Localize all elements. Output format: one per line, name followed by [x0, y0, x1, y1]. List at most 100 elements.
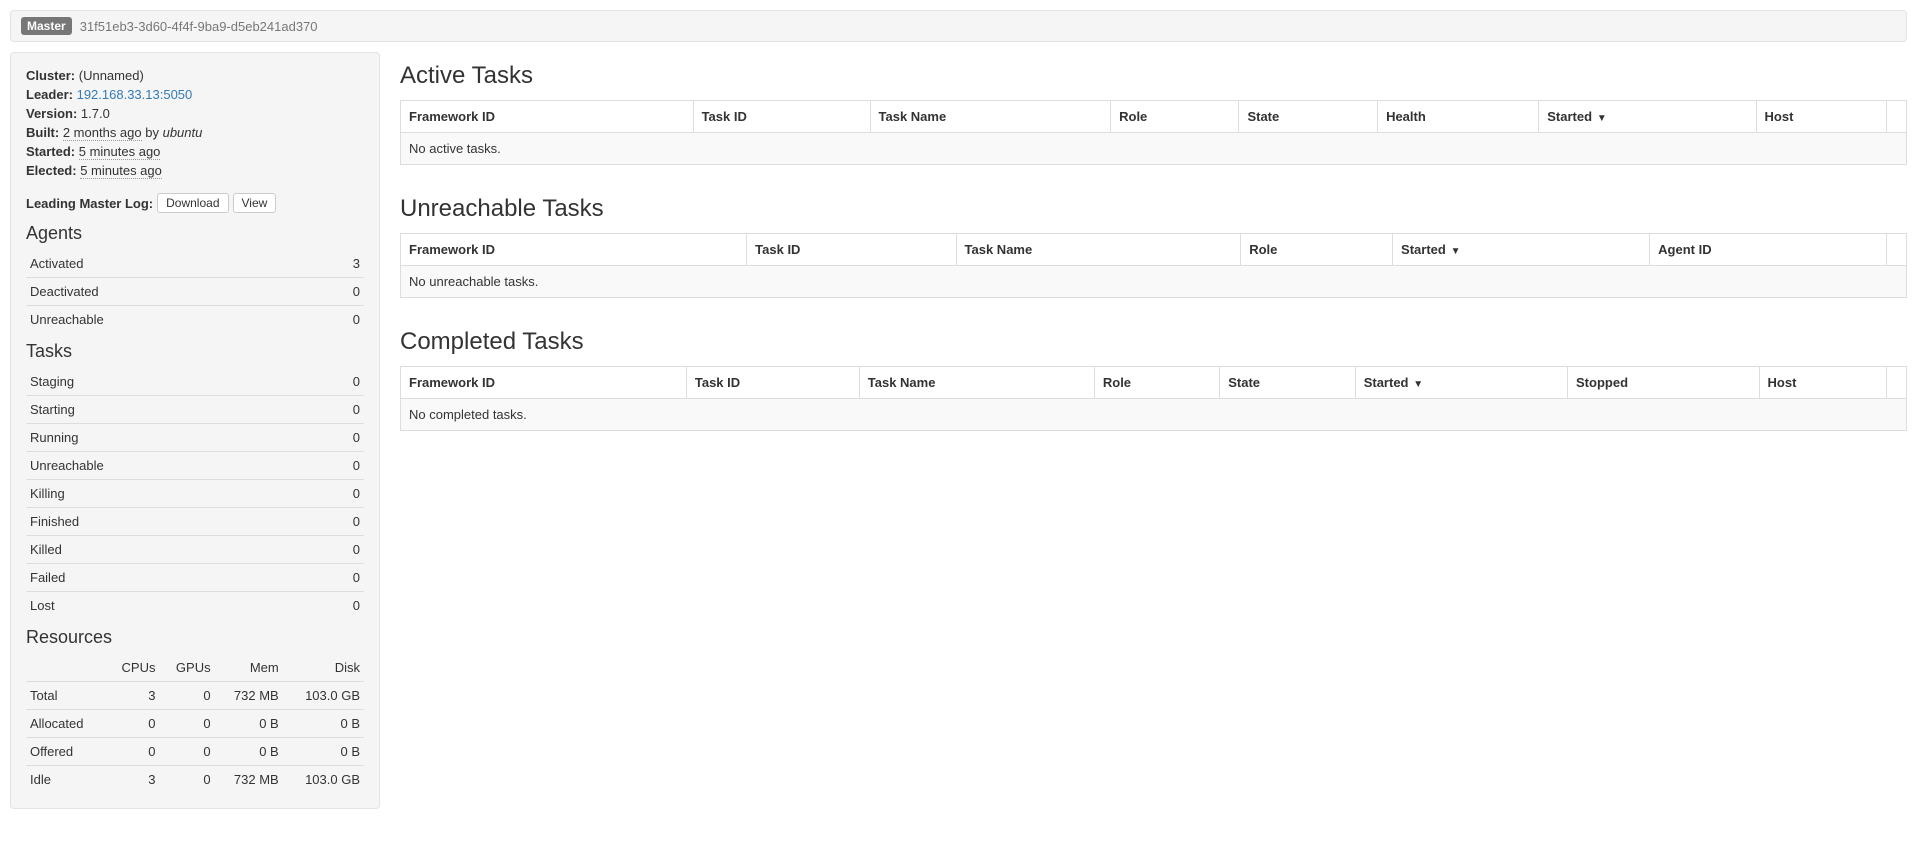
tasks-title: Tasks — [26, 341, 364, 362]
tasks-row: Killed0 — [26, 536, 364, 564]
tasks-row-value: 0 — [311, 508, 364, 536]
sort-indicator-icon: ▼ — [1448, 246, 1461, 257]
tasks-row-value: 0 — [311, 564, 364, 592]
tasks-row: Killing0 — [26, 480, 364, 508]
started-value: 5 minutes ago — [79, 144, 161, 160]
tasks-row: Staging0 — [26, 368, 364, 396]
active-tasks-table: Framework IDTask IDTask NameRoleStateHea… — [400, 100, 1907, 165]
cluster-row: Cluster: (Unnamed) — [26, 68, 364, 83]
sort-indicator-icon: ▼ — [1594, 113, 1607, 124]
tasks-row-label: Staging — [26, 368, 311, 396]
main-container: Cluster: (Unnamed) Leader: 192.168.33.13… — [0, 52, 1917, 829]
started-row: Started: 5 minutes ago — [26, 144, 364, 159]
resources-row-label: Idle — [26, 766, 105, 794]
leader-label: Leader: — [26, 87, 73, 102]
version-row: Version: 1.7.0 — [26, 106, 364, 121]
built-label: Built: — [26, 125, 59, 140]
completed-tasks-table: Framework IDTask IDTask NameRoleStateSta… — [400, 366, 1907, 431]
tasks-row-value: 0 — [311, 396, 364, 424]
cluster-value: (Unnamed) — [79, 68, 144, 83]
column-header[interactable]: Task Name — [870, 101, 1111, 133]
column-header[interactable]: Task Name — [859, 367, 1094, 399]
column-header[interactable]: Started ▼ — [1355, 367, 1567, 399]
resources-gpus: 0 — [160, 682, 215, 710]
resources-mem: 732 MB — [215, 766, 283, 794]
resources-disk: 103.0 GB — [283, 766, 364, 794]
tasks-row-label: Running — [26, 424, 311, 452]
column-header[interactable]: Started ▼ — [1393, 234, 1650, 266]
resources-gpus: 0 — [160, 710, 215, 738]
tasks-row-value: 0 — [311, 592, 364, 620]
column-header[interactable]: Task Name — [956, 234, 1241, 266]
column-header[interactable]: Role — [1111, 101, 1239, 133]
resources-row: Allocated000 B0 B — [26, 710, 364, 738]
completed-empty-msg: No completed tasks. — [401, 399, 1907, 431]
column-header[interactable]: Task ID — [693, 101, 870, 133]
resources-mem: 0 B — [215, 738, 283, 766]
agents-row: Activated3 — [26, 250, 364, 278]
tasks-row-label: Killed — [26, 536, 311, 564]
sort-indicator-icon: ▼ — [1411, 379, 1424, 390]
action-column — [1887, 101, 1907, 133]
version-value: 1.7.0 — [81, 106, 110, 121]
log-row: Leading Master Log: Download View — [26, 193, 364, 213]
resources-cpus: 3 — [105, 682, 159, 710]
resources-row: Total30732 MB103.0 GB — [26, 682, 364, 710]
tasks-row: Finished0 — [26, 508, 364, 536]
resources-title: Resources — [26, 627, 364, 648]
elected-label: Elected: — [26, 163, 77, 178]
leader-link[interactable]: 192.168.33.13:5050 — [77, 87, 193, 102]
column-header[interactable]: Role — [1241, 234, 1393, 266]
column-header[interactable]: Framework ID — [401, 234, 747, 266]
sidebar: Cluster: (Unnamed) Leader: 192.168.33.13… — [10, 52, 380, 809]
column-header[interactable]: Started ▼ — [1539, 101, 1756, 133]
column-header[interactable]: Framework ID — [401, 367, 687, 399]
download-button[interactable]: Download — [157, 193, 228, 213]
resources-gpus: 0 — [160, 738, 215, 766]
cluster-info: Cluster: (Unnamed) Leader: 192.168.33.13… — [26, 68, 364, 178]
column-header[interactable]: State — [1220, 367, 1355, 399]
column-header[interactable]: Task ID — [686, 367, 859, 399]
resources-disk: 0 B — [283, 738, 364, 766]
master-id: 31f51eb3-3d60-4f4f-9ba9-d5eb241ad370 — [80, 19, 318, 34]
column-header[interactable]: Health — [1378, 101, 1539, 133]
resources-cpus: 0 — [105, 738, 159, 766]
resources-row: Offered000 B0 B — [26, 738, 364, 766]
column-header[interactable]: State — [1239, 101, 1378, 133]
resources-header: GPUs — [160, 654, 215, 682]
column-header[interactable]: Agent ID — [1650, 234, 1887, 266]
tasks-row-label: Failed — [26, 564, 311, 592]
version-label: Version: — [26, 106, 77, 121]
column-header[interactable]: Host — [1756, 101, 1886, 133]
resources-table: CPUsGPUsMemDisk Total30732 MB103.0 GBAll… — [26, 654, 364, 793]
tasks-row-label: Lost — [26, 592, 311, 620]
built-user: ubuntu — [163, 125, 203, 140]
column-header[interactable]: Role — [1094, 367, 1219, 399]
cluster-label: Cluster: — [26, 68, 75, 83]
completed-tasks-title: Completed Tasks — [400, 328, 1907, 356]
resources-gpus: 0 — [160, 766, 215, 794]
agents-title: Agents — [26, 223, 364, 244]
column-header[interactable]: Task ID — [747, 234, 956, 266]
resources-cpus: 3 — [105, 766, 159, 794]
agents-row-label: Deactivated — [26, 278, 311, 306]
elected-value: 5 minutes ago — [80, 163, 162, 179]
elected-row: Elected: 5 minutes ago — [26, 163, 364, 178]
leader-row: Leader: 192.168.33.13:5050 — [26, 87, 364, 102]
column-header[interactable]: Stopped — [1568, 367, 1760, 399]
tasks-row: Failed0 — [26, 564, 364, 592]
tasks-row-value: 0 — [311, 452, 364, 480]
tasks-row: Starting0 — [26, 396, 364, 424]
action-column — [1887, 234, 1907, 266]
agents-row-label: Activated — [26, 250, 311, 278]
tasks-row-label: Finished — [26, 508, 311, 536]
view-button[interactable]: View — [233, 193, 277, 213]
tasks-row-label: Unreachable — [26, 452, 311, 480]
tasks-row-value: 0 — [311, 536, 364, 564]
tasks-row-value: 0 — [311, 424, 364, 452]
agents-row-label: Unreachable — [26, 306, 311, 334]
resources-header: CPUs — [105, 654, 159, 682]
column-header[interactable]: Framework ID — [401, 101, 694, 133]
column-header[interactable]: Host — [1759, 367, 1886, 399]
resources-header: Disk — [283, 654, 364, 682]
